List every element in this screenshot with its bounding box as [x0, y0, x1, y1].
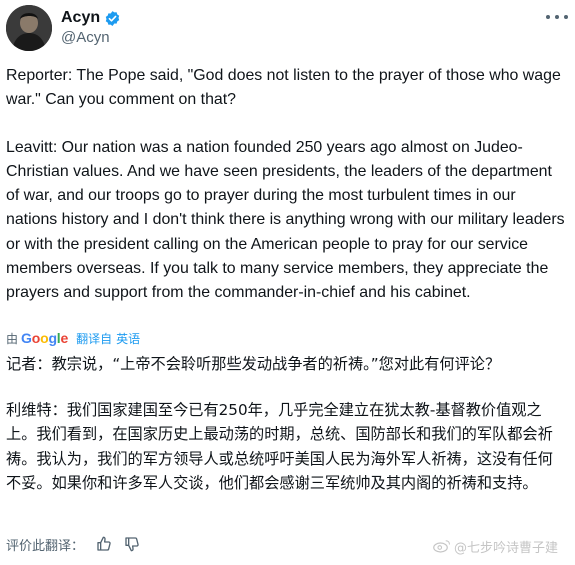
more-dot	[555, 15, 559, 19]
weibo-logo-icon	[433, 540, 451, 553]
translated-paragraph: 记者：教宗说，“上帝不会聆听那些发动战争者的祈祷。”您对此有何评论？	[6, 355, 501, 373]
thumbs-up-icon[interactable]	[96, 536, 112, 552]
tweet-header: Acyn @Acyn	[0, 0, 575, 56]
translated-text: 记者：教宗说，“上帝不会聆听那些发动战争者的祈祷。”您对此有何评论？ 利维特：我…	[6, 352, 562, 496]
tweet-paragraph: Reporter: The Pope said, "God does not l…	[6, 67, 561, 109]
google-logo: Google	[21, 330, 69, 346]
more-dot	[564, 15, 568, 19]
tweet-text: Reporter: The Pope said, "God does not l…	[6, 64, 566, 306]
more-dot	[546, 15, 550, 19]
translated-paragraph: 利维特：我们国家建国至今已有250年，几乎完全建立在犹太教-基督教价值观之上。我…	[6, 400, 553, 493]
rate-translation-label: 评价此翻译：	[6, 538, 85, 554]
author-display-name[interactable]: Acyn	[61, 9, 100, 27]
verified-badge-icon	[105, 10, 120, 26]
watermark: @七步吟诗曹子建	[433, 536, 558, 556]
more-options-icon[interactable]	[546, 10, 568, 24]
translate-from-label: 翻译自	[76, 331, 113, 346]
author-name-row: Acyn	[61, 8, 121, 28]
avatar[interactable]	[6, 5, 52, 51]
author-handle[interactable]: @Acyn	[61, 29, 110, 46]
thumbs-down-icon[interactable]	[124, 536, 140, 552]
tweet-paragraph: Leavitt: Our nation was a nation founded…	[6, 138, 565, 302]
rate-translation: 评价此翻译：	[6, 534, 140, 554]
source-language-link[interactable]: 英语	[116, 330, 140, 347]
watermark-text: @七步吟诗曹子建	[454, 540, 559, 556]
avatar-image	[6, 5, 52, 51]
translated-by-label: 由	[6, 331, 19, 346]
translation-attribution: 由 Google 翻译自 英语	[6, 329, 140, 347]
